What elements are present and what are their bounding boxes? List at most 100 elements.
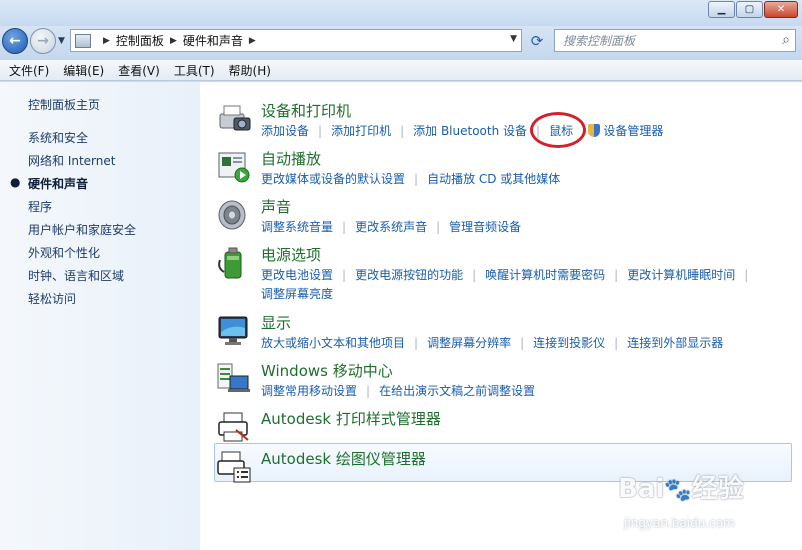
search-icon[interactable]: ⌕ (782, 32, 790, 48)
category-autodesk-print-style: Autodesk 打印样式管理器 (216, 408, 791, 442)
autoplay-icon (218, 152, 250, 183)
link-separator: | (436, 220, 441, 234)
category-title[interactable]: 声音 (261, 196, 291, 217)
link-external-display[interactable]: 连接到外部显示器 (627, 336, 723, 350)
refresh-icon[interactable]: ⟳ (525, 30, 549, 52)
category-links: 调整常用移动设置 | 在给出演示文稿之前调整设置 (261, 382, 791, 401)
category-title[interactable]: 电源选项 (261, 244, 321, 265)
breadcrumb-control-panel[interactable]: 控制面板 (116, 32, 164, 49)
category-devices-printers: 设备和打印机 添加设备 | 添加打印机 | 添加 Bluetooth 设备 | 鼠标 设备管… (216, 100, 791, 144)
link-sleep-time[interactable]: 更改计算机睡眠时间 (627, 268, 735, 282)
link-separator: | (414, 172, 419, 186)
link-add-device[interactable]: 添加设备 (261, 124, 309, 138)
forward-arrow-icon[interactable]: → (30, 28, 56, 54)
sidebar: 控制面板主页 系统和安全 网络和 Internet ● 硬件和声音 程序 用户帐… (0, 82, 200, 550)
maximize-icon[interactable]: ▢ (736, 1, 763, 18)
chevron-right-icon[interactable]: ▶ (170, 36, 177, 46)
address-bar[interactable]: ▶ 控制面板 ▶ 硬件和声音 ▶ ▼ (70, 29, 522, 52)
sidebar-item-ease-of-access[interactable]: 轻松访问 (28, 290, 136, 313)
back-arrow-icon[interactable]: ← (2, 28, 28, 54)
link-separator: | (520, 336, 525, 350)
link-adjust-volume[interactable]: 调整系统音量 (261, 220, 333, 234)
breadcrumb-hardware-sound[interactable]: 硬件和声音 (183, 32, 243, 49)
menu-view[interactable]: 查看(V) (111, 62, 167, 79)
link-device-manager[interactable]: 设备管理器 (603, 124, 663, 138)
category-links: 添加设备 | 添加打印机 | 添加 Bluetooth 设备 | 鼠标 设备管理器 (261, 122, 791, 141)
menu-edit[interactable]: 编辑(E) (56, 62, 111, 79)
category-title[interactable]: 显示 (261, 312, 291, 333)
link-text-size[interactable]: 放大或缩小文本和其他项目 (261, 336, 405, 350)
sidebar-item-clock-region[interactable]: 时钟、语言和区域 (28, 267, 136, 290)
autodesk-print-style-icon (218, 412, 249, 442)
link-projector[interactable]: 连接到投影仪 (533, 336, 605, 350)
sidebar-item-hardware-sound: ● 硬件和声音 (10, 175, 136, 198)
menu-file[interactable]: 文件(F) (2, 62, 56, 79)
sidebar-item-network[interactable]: 网络和 Internet (28, 152, 136, 175)
watermark-url: jingyan.baidu.com (624, 516, 735, 530)
category-title[interactable]: Autodesk 绘图仪管理器 (261, 448, 426, 469)
category-links: 更改媒体或设备的默认设置 | 自动播放 CD 或其他媒体 (261, 170, 791, 189)
link-separator: | (400, 124, 405, 138)
menu-bar: 文件(F) 编辑(E) 查看(V) 工具(T) 帮助(H) (0, 60, 802, 81)
link-presentation-settings[interactable]: 在给出演示文稿之前调整设置 (379, 384, 535, 398)
printer-camera-icon (219, 105, 251, 131)
category-title[interactable]: Autodesk 打印样式管理器 (261, 408, 441, 429)
category-mobility-center: Windows 移动中心 调整常用移动设置 | 在给出演示文稿之前调整设置 (216, 360, 791, 404)
link-change-default-settings[interactable]: 更改媒体或设备的默认设置 (261, 172, 405, 186)
category-links: 调整系统音量 | 更改系统声音 | 管理音频设备 (261, 218, 791, 237)
chevron-right-icon[interactable]: ▶ (249, 36, 256, 46)
sidebar-item-programs[interactable]: 程序 (28, 198, 136, 221)
link-autoplay-cd[interactable]: 自动播放 CD 或其他媒体 (427, 172, 560, 186)
mobility-center-icon (217, 363, 250, 392)
chevron-right-icon[interactable]: ▶ (103, 36, 110, 46)
category-title[interactable]: 自动播放 (261, 148, 321, 169)
link-separator: | (614, 268, 619, 282)
search-input[interactable]: 搜索控制面板 ⌕ (554, 29, 796, 52)
link-power-button[interactable]: 更改电源按钮的功能 (355, 268, 463, 282)
sidebar-item-appearance[interactable]: 外观和个性化 (28, 244, 136, 267)
menu-help[interactable]: 帮助(H) (222, 62, 278, 79)
link-separator: | (366, 384, 371, 398)
sidebar-list: 系统和安全 网络和 Internet ● 硬件和声音 程序 用户帐户和家庭安全 … (10, 129, 136, 313)
link-add-printer[interactable]: 添加打印机 (331, 124, 391, 138)
category-sound: 声音 调整系统音量 | 更改系统声音 | 管理音频设备 (216, 196, 791, 240)
link-resolution[interactable]: 调整屏幕分辨率 (427, 336, 511, 350)
highlight-circle (530, 112, 586, 148)
link-screen-brightness[interactable]: 调整屏幕亮度 (261, 287, 333, 301)
title-bar: ▁ ▢ ✕ (0, 0, 802, 26)
watermark-logo: Bai🐾经验 (618, 474, 744, 504)
address-dropdown-icon[interactable]: ▼ (510, 34, 517, 44)
link-add-bluetooth[interactable]: 添加 Bluetooth 设备 (413, 124, 527, 138)
category-power-options: 电源选项 更改电池设置 | 更改电源按钮的功能 | 唤醒计算机时需要密码 | 更改计算机睡眠… (216, 244, 791, 308)
speaker-icon (218, 200, 246, 230)
link-separator: | (744, 268, 749, 282)
sidebar-item-system-security[interactable]: 系统和安全 (28, 129, 136, 152)
uac-shield-icon (588, 124, 601, 137)
link-change-sounds[interactable]: 更改系统声音 (355, 220, 427, 234)
sidebar-home-link[interactable]: 控制面板主页 (28, 96, 100, 113)
baidu-jingyan-watermark: Bai🐾经验 jingyan.baidu.com (610, 462, 795, 542)
sidebar-item-user-accounts[interactable]: 用户帐户和家庭安全 (28, 221, 136, 244)
link-separator: | (472, 268, 477, 282)
sidebar-item-label: 硬件和声音 (28, 177, 89, 191)
category-autoplay: 自动播放 更改媒体或设备的默认设置 | 自动播放 CD 或其他媒体 (216, 148, 791, 192)
link-separator: | (614, 336, 619, 350)
link-battery-settings[interactable]: 更改电池设置 (261, 268, 333, 282)
monitor-icon (218, 316, 248, 345)
link-mobility-settings[interactable]: 调整常用移动设置 (261, 384, 357, 398)
minimize-icon[interactable]: ▁ (708, 1, 735, 18)
link-manage-audio[interactable]: 管理音频设备 (449, 220, 521, 234)
close-icon[interactable]: ✕ (764, 1, 798, 18)
menu-tools[interactable]: 工具(T) (167, 62, 222, 79)
control-panel-icon (75, 33, 91, 48)
window-controls: ▁ ▢ ✕ (707, 1, 798, 18)
link-separator: | (342, 268, 347, 282)
category-display: 显示 放大或缩小文本和其他项目 | 调整屏幕分辨率 | 连接到投影仪 | 连接到外部显示器 (216, 312, 791, 356)
link-wake-password[interactable]: 唤醒计算机时需要密码 (485, 268, 605, 282)
category-title[interactable]: 设备和打印机 (261, 100, 351, 121)
link-separator: | (318, 124, 323, 138)
link-separator: | (414, 336, 419, 350)
category-title[interactable]: Windows 移动中心 (261, 360, 393, 381)
history-dropdown-icon[interactable]: ▼ (58, 36, 65, 46)
search-placeholder: 搜索控制面板 (563, 34, 636, 48)
